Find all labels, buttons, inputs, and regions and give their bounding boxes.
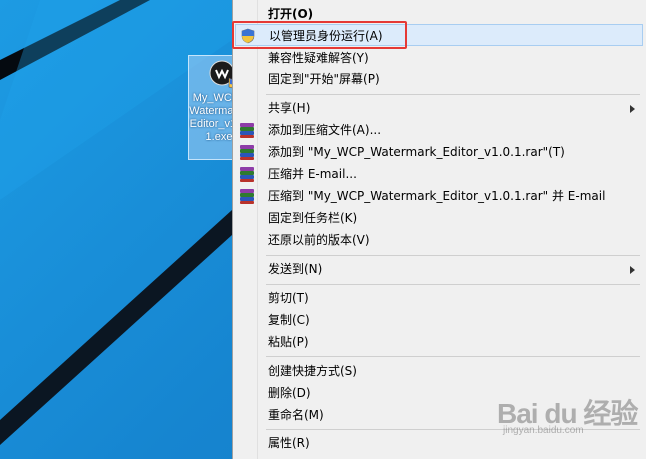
winrar-icon	[239, 188, 255, 204]
menu-item-pin-to-taskbar[interactable]: 固定到任务栏(K)	[235, 207, 643, 229]
menu-item-label: 复制(C)	[268, 313, 310, 327]
menu-item-share[interactable]: 共享(H)	[235, 97, 643, 119]
menu-item-label: 添加到 "My_WCP_Watermark_Editor_v1.0.1.rar"…	[268, 145, 565, 159]
menu-item-pin-to-start[interactable]: 固定到"开始"屏幕(P)	[235, 68, 643, 90]
menu-item-label: 压缩并 E-mail...	[268, 167, 357, 181]
menu-item-label: 固定到"开始"屏幕(P)	[268, 72, 380, 86]
menu-item-add-to-rar[interactable]: 添加到 "My_WCP_Watermark_Editor_v1.0.1.rar"…	[235, 141, 643, 163]
baidu-watermark: Bai du 经验 jingyan.baidu.com	[497, 392, 638, 440]
watermark-url: jingyan.baidu.com	[503, 425, 584, 436]
menu-item-restore-previous-versions[interactable]: 还原以前的版本(V)	[235, 229, 643, 251]
menu-item-label: 剪切(T)	[268, 291, 309, 305]
menu-item-copy[interactable]: 复制(C)	[235, 309, 643, 331]
menu-item-label: 还原以前的版本(V)	[268, 233, 370, 247]
menu-separator	[266, 284, 640, 285]
submenu-arrow-icon	[630, 105, 635, 113]
winrar-icon	[239, 166, 255, 182]
menu-item-send-to[interactable]: 发送到(N)	[235, 258, 643, 280]
context-menu: 打开(O) 以管理员身份运行(A) 兼容性疑难解答(Y) 固定到"开始"屏幕(P…	[232, 0, 646, 459]
menu-item-paste[interactable]: 粘贴(P)	[235, 331, 643, 353]
menu-item-label: 兼容性疑难解答(Y)	[268, 51, 369, 65]
menu-separator	[266, 255, 640, 256]
menu-item-label: 发送到(N)	[268, 262, 323, 276]
menu-item-troubleshoot-compatibility[interactable]: 兼容性疑难解答(Y)	[235, 47, 643, 69]
menu-separator	[266, 94, 640, 95]
winrar-icon	[239, 144, 255, 160]
menu-item-compress-and-email[interactable]: 压缩并 E-mail...	[235, 163, 643, 185]
highlight-annotation-box	[232, 21, 407, 49]
menu-separator	[266, 356, 640, 357]
menu-item-create-shortcut[interactable]: 创建快捷方式(S)	[235, 360, 643, 382]
winrar-icon	[239, 122, 255, 138]
menu-item-compress-to-rar-and-email[interactable]: 压缩到 "My_WCP_Watermark_Editor_v1.0.1.rar"…	[235, 185, 643, 207]
menu-item-label: 粘贴(P)	[268, 335, 309, 349]
menu-item-add-to-archive[interactable]: 添加到压缩文件(A)...	[235, 119, 643, 141]
menu-item-label: 添加到压缩文件(A)...	[268, 123, 382, 137]
menu-item-label: 固定到任务栏(K)	[268, 211, 358, 225]
menu-item-label: 压缩到 "My_WCP_Watermark_Editor_v1.0.1.rar"…	[268, 189, 606, 203]
submenu-arrow-icon	[630, 266, 635, 274]
menu-item-label: 删除(D)	[268, 386, 311, 400]
menu-item-label: 创建快捷方式(S)	[268, 364, 357, 378]
menu-item-label: 共享(H)	[268, 101, 311, 115]
menu-item-cut[interactable]: 剪切(T)	[235, 287, 643, 309]
menu-item-label: 重命名(M)	[268, 408, 324, 422]
menu-item-label: 属性(R)	[268, 436, 310, 450]
